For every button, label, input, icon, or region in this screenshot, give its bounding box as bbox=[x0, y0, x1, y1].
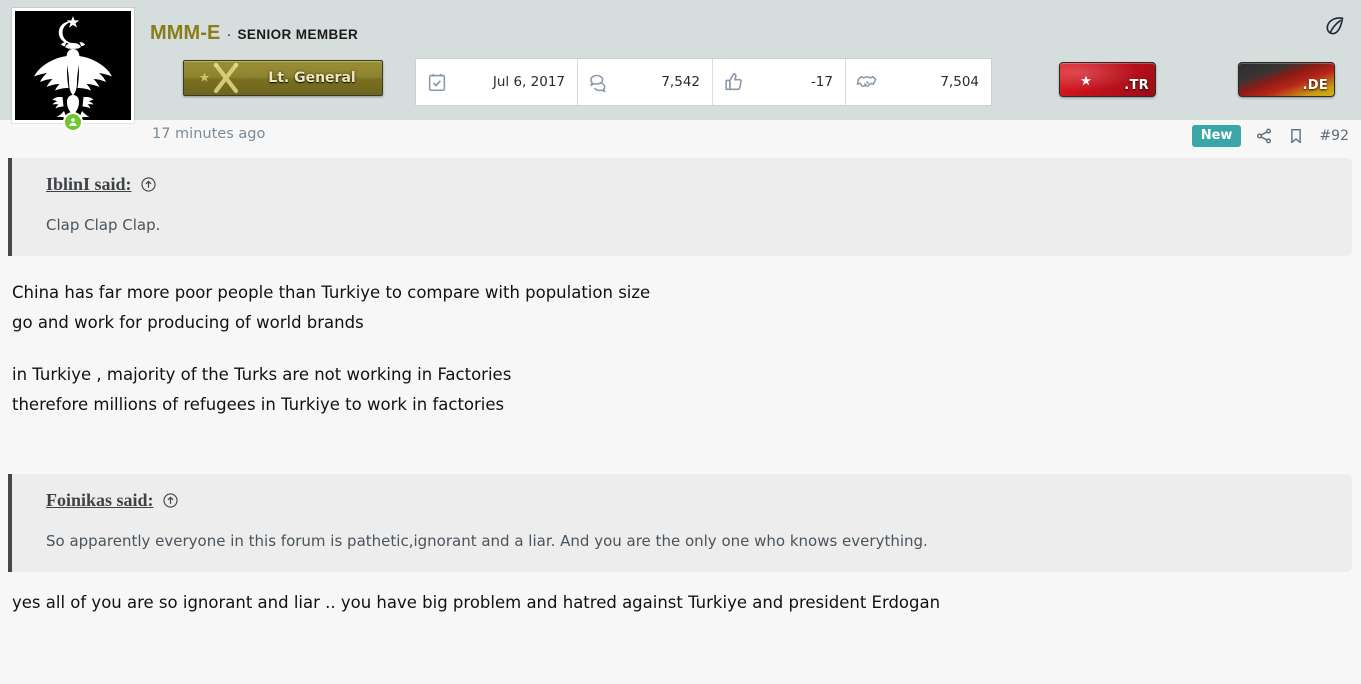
avatar[interactable] bbox=[12, 8, 134, 132]
calendar-check-icon bbox=[426, 71, 448, 93]
arrow-up-circle-icon[interactable] bbox=[162, 492, 179, 509]
share-icon[interactable] bbox=[1255, 127, 1273, 145]
post-meta-row: 17 minutes ago New #92 bbox=[0, 120, 1361, 154]
forum-post-page: MMM-E · Senior Member Lt. General bbox=[0, 0, 1361, 684]
rank-label: Lt. General bbox=[268, 70, 356, 86]
bookmark-icon[interactable] bbox=[1287, 127, 1305, 145]
flag-germany-label: .DE bbox=[1302, 78, 1328, 93]
leaf-icon[interactable] bbox=[1323, 14, 1347, 38]
arrow-up-circle-icon[interactable] bbox=[140, 176, 157, 193]
rank-banner: Lt. General bbox=[183, 60, 383, 96]
handshake-icon bbox=[856, 71, 878, 93]
username-separator: · bbox=[226, 26, 232, 43]
user-identity: MMM-E · Senior Member bbox=[150, 22, 358, 45]
quote-text: Clap Clap Clap. bbox=[46, 216, 161, 234]
quote-author[interactable]: Foinikas said: bbox=[46, 490, 154, 511]
avatar-image bbox=[15, 11, 131, 120]
stat-points-value: 7,504 bbox=[940, 74, 979, 90]
post-meta-actions: New #92 bbox=[1191, 125, 1349, 147]
quote-block: IblinI said: Clap Clap Clap. bbox=[8, 158, 1352, 256]
post-body: IblinI said: Clap Clap Clap. China has f… bbox=[0, 158, 1361, 618]
flag-turkey-label: .TR bbox=[1124, 78, 1149, 93]
quote-text: So apparently everyone in this forum is … bbox=[46, 532, 928, 550]
post-header: MMM-E · Senior Member Lt. General bbox=[0, 0, 1361, 132]
stat-reaction-score: -17 bbox=[713, 59, 846, 105]
user-stats: Jul 6, 2017 7,542 -17 7,504 bbox=[415, 58, 992, 106]
post-paragraph: in Turkiye , majority of the Turks are n… bbox=[12, 365, 512, 414]
stat-messages-value: 7,542 bbox=[661, 74, 700, 90]
post-number[interactable]: #92 bbox=[1319, 128, 1349, 144]
flag-turkey: .TR bbox=[1059, 62, 1156, 97]
stat-joined-value: Jul 6, 2017 bbox=[492, 74, 565, 90]
quote-block: Foinikas said: So apparently everyone in… bbox=[8, 474, 1352, 572]
post-paragraph: China has far more poor people than Turk… bbox=[12, 283, 651, 332]
thumbs-up-icon bbox=[723, 71, 745, 93]
rank-insignia-icon bbox=[184, 61, 254, 95]
stat-messages: 7,542 bbox=[578, 59, 713, 105]
post-timestamp[interactable]: 17 minutes ago bbox=[152, 126, 265, 142]
quote-author[interactable]: IblinI said: bbox=[46, 174, 132, 195]
quote-attribution: IblinI said: bbox=[46, 174, 1332, 195]
user-title: Senior Member bbox=[237, 27, 359, 42]
stat-joined: Jul 6, 2017 bbox=[416, 59, 578, 105]
stat-reaction-score-value: -17 bbox=[810, 74, 833, 90]
status-badge: New bbox=[1191, 125, 1242, 147]
messages-icon bbox=[588, 71, 610, 93]
quote-attribution: Foinikas said: bbox=[46, 490, 1332, 511]
username[interactable]: MMM-E bbox=[150, 22, 220, 45]
flag-germany: .DE bbox=[1238, 62, 1335, 97]
stat-points: 7,504 bbox=[846, 59, 991, 105]
post-paragraph: yes all of you are so ignorant and liar … bbox=[12, 593, 941, 612]
